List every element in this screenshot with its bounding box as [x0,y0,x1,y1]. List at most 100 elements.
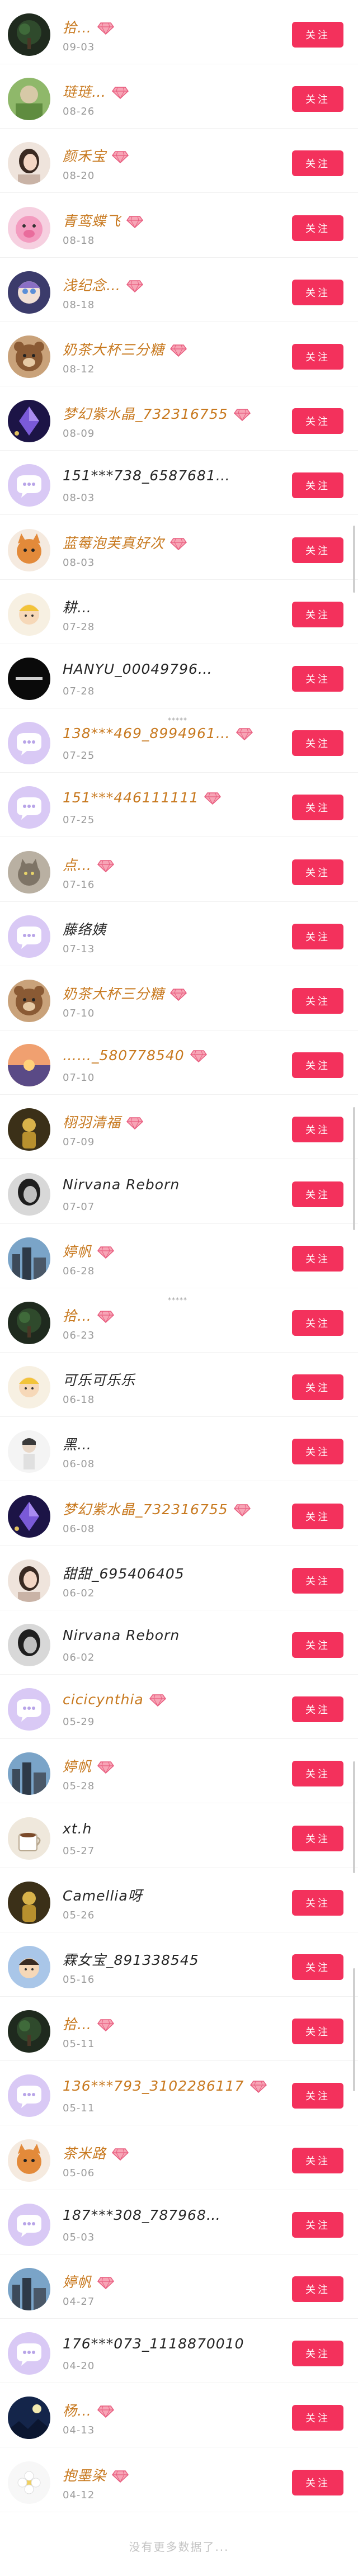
follow-button[interactable]: 关注 [292,923,343,949]
follow-button[interactable]: 关注 [292,1567,343,1594]
list-item[interactable]: 151***446111111 07-25 关注 [0,773,358,838]
bear-avatar[interactable] [8,980,50,1022]
user-name[interactable]: 187***308_787968… [63,2207,221,2223]
cartoon-cat-avatar[interactable] [8,528,50,571]
golden-figure-avatar[interactable] [8,1108,50,1151]
list-item[interactable]: 可乐可乐乐 06-18 关注 [0,1353,358,1417]
user-name[interactable]: HANYU_00049796… [63,661,213,677]
list-item[interactable]: 霖女宝_891338545 05-16 关注 [0,1932,358,1997]
list-item[interactable]: 青鸾蝶飞 08-18 关注 [0,193,358,258]
user-name[interactable]: 浅纪念… [63,275,144,295]
list-item[interactable]: 婷帆 04-27 关注 [0,2254,358,2319]
city-avatar[interactable] [8,1752,50,1795]
user-name[interactable]: 蓝莓泡芙真好次 [63,532,187,552]
follow-button[interactable]: 关注 [292,1374,343,1401]
green-nature-avatar[interactable] [8,78,50,121]
golden-figure-avatar[interactable] [8,1881,50,1924]
user-name[interactable]: 藤络姨 [63,919,106,939]
bear-avatar[interactable] [8,335,50,378]
follow-button[interactable]: 关注 [292,150,343,177]
pink-pig-avatar[interactable] [8,206,50,249]
list-item[interactable]: 茶米路 05-06 关注 [0,2126,358,2190]
user-name[interactable]: 151***738_6587681… [63,467,230,484]
user-name[interactable]: Camellia呀 [63,1885,143,1905]
user-name[interactable]: 琏琏… [63,81,129,101]
default-chat-avatar[interactable] [8,2203,50,2246]
user-name[interactable]: cicicynthia [63,1691,166,1708]
list-item[interactable]: 奶茶大杯三分糖 08-12 关注 [0,322,358,386]
city-avatar[interactable] [8,1237,50,1280]
user-name[interactable]: 可乐可乐乐 [63,1369,135,1389]
default-chat-avatar[interactable] [8,2332,50,2375]
follow-button[interactable]: 关注 [292,22,343,48]
user-name[interactable]: 霖女宝_891338545 [63,1949,199,1969]
follow-button[interactable]: 关注 [292,988,343,1014]
follow-button[interactable]: 关注 [292,1889,343,1916]
follow-button[interactable]: 关注 [292,1245,343,1272]
default-chat-avatar[interactable] [8,464,50,507]
default-chat-avatar[interactable] [8,1688,50,1731]
list-item[interactable]: 藤络姨 07-13 关注 [0,902,358,966]
list-item[interactable]: 奶茶大杯三分糖 07-10 关注 [0,966,358,1031]
follow-button[interactable]: 关注 [292,1696,343,1723]
default-chat-avatar[interactable] [8,786,50,829]
follow-button[interactable]: 关注 [292,1825,343,1851]
list-item[interactable]: 婷帆 06-28 关注 [0,1224,358,1288]
follow-button[interactable]: 关注 [292,2276,343,2302]
user-name[interactable]: ……_580778540 [63,1047,207,1064]
user-name[interactable]: 拾… [63,17,115,37]
list-item[interactable]: cicicynthia 05-29 关注 [0,1675,358,1740]
list-item[interactable]: 黑… 06-08 关注 [0,1417,358,1482]
list-item[interactable]: 138***469_8994961… ***** 07-25 关注 [0,708,358,773]
list-item[interactable]: 甜甜_695406405 06-02 关注 [0,1546,358,1610]
user-name[interactable]: 甜甜_695406405 [63,1563,185,1583]
follow-button[interactable]: 关注 [292,1052,343,1079]
list-item[interactable]: 136***793_3102286117 05-11 关注 [0,2061,358,2126]
list-item[interactable]: 梦幻紫水晶_732316755 06-08 关注 [0,1482,358,1546]
follow-button[interactable]: 关注 [292,1181,343,1207]
city-avatar[interactable] [8,2268,50,2310]
list-item[interactable]: 抱墨染 04-12 关注 [0,2448,358,2512]
list-item[interactable]: 151***738_6587681… 08-03 关注 [0,451,358,516]
user-name[interactable]: Nirvana Reborn [63,1176,180,1193]
list-item[interactable]: HANYU_00049796… 07-28 关注 [0,644,358,708]
follow-button[interactable]: 关注 [292,2341,343,2367]
default-chat-avatar[interactable] [8,2074,50,2117]
list-item[interactable]: 栩羽清福 07-09 关注 [0,1095,358,1160]
user-name[interactable]: 婷帆 [63,1756,115,1776]
list-item[interactable]: 187***308_787968… 05-03 关注 [0,2190,358,2254]
user-name[interactable]: 婷帆 [63,1241,115,1261]
follow-button[interactable]: 关注 [292,2211,343,2238]
user-name[interactable]: 拾… [63,2013,115,2034]
list-item[interactable]: 颜禾宝 08-20 关注 [0,129,358,193]
follow-button[interactable]: 关注 [292,730,343,757]
user-name[interactable]: 婷帆 [63,2271,115,2291]
user-name[interactable]: 136***793_3102286117 [63,2078,267,2094]
purple-crystal-avatar[interactable] [8,400,50,443]
list-item[interactable]: Nirvana Reborn 07-07 关注 [0,1160,358,1224]
follow-button[interactable]: 关注 [292,1439,343,1465]
white-flower-avatar[interactable] [8,2461,50,2504]
cartoon-kid-avatar[interactable] [8,593,50,636]
user-name[interactable]: 黑… [63,1434,92,1454]
girl-portrait-avatar[interactable] [8,1559,50,1602]
cartoon-boy-avatar[interactable] [8,1946,50,1988]
follow-button[interactable]: 关注 [292,2147,343,2173]
girl-portrait-avatar[interactable] [8,142,50,185]
follow-button[interactable]: 关注 [292,2405,343,2431]
follow-button[interactable]: 关注 [292,472,343,499]
girl-sketch-avatar[interactable] [8,1430,50,1473]
black-text-avatar[interactable] [8,658,50,700]
list-item[interactable]: 耕… 07-28 关注 [0,580,358,644]
bw-girl-avatar[interactable] [8,1624,50,1666]
follow-button[interactable]: 关注 [292,2083,343,2109]
purple-crystal-avatar[interactable] [8,1495,50,1538]
follow-button[interactable]: 关注 [292,2469,343,2495]
follow-button[interactable]: 关注 [292,86,343,112]
follow-button[interactable]: 关注 [292,601,343,627]
list-item[interactable]: 拾… 05-11 关注 [0,1997,358,2062]
cup-avatar[interactable] [8,1817,50,1860]
list-item[interactable]: 蓝莓泡芙真好次 08-03 关注 [0,516,358,580]
follow-button[interactable]: 关注 [292,344,343,370]
user-name[interactable]: 138***469_8994961… [63,725,253,741]
